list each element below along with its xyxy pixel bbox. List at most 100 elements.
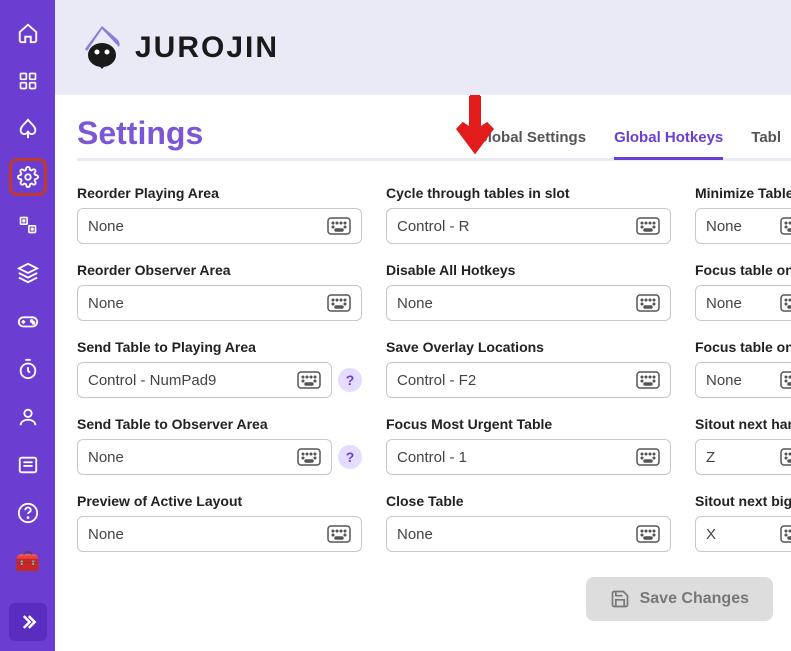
hotkey-field: Send Table to Playing AreaControl - NumP… bbox=[77, 339, 362, 398]
help-button[interactable]: ? bbox=[338, 445, 362, 469]
sidebar-item-chest[interactable]: 🧰 bbox=[9, 542, 47, 580]
sidebar: 🧰 bbox=[0, 0, 55, 651]
tab-table[interactable]: Tabl bbox=[751, 129, 781, 152]
gear-icon bbox=[17, 166, 39, 188]
tab-global-hotkeys[interactable]: Global Hotkeys bbox=[614, 129, 723, 160]
keyboard-icon bbox=[636, 525, 660, 543]
hotkey-value: Control - 1 bbox=[397, 449, 467, 466]
field-row: None bbox=[695, 362, 791, 398]
hotkey-input[interactable]: Control - 1 bbox=[386, 439, 671, 475]
app-header: JUROJIN bbox=[55, 0, 791, 95]
save-bar: Save Changes bbox=[586, 577, 773, 621]
hotkey-columns: Reorder Playing AreaNoneReorder Observer… bbox=[77, 185, 791, 570]
sidebar-expand-button[interactable] bbox=[9, 603, 47, 641]
hotkey-input[interactable]: None bbox=[77, 516, 362, 552]
chest-icon: 🧰 bbox=[15, 549, 40, 574]
hotkey-input[interactable]: Control - NumPad9 bbox=[77, 362, 332, 398]
field-row: None bbox=[695, 208, 791, 244]
content-header: Settings Global Settings Global Hotkeys … bbox=[77, 115, 791, 161]
sidebar-item-profile[interactable] bbox=[9, 398, 47, 436]
field-row: None bbox=[77, 285, 362, 321]
field-label: Close Table bbox=[386, 493, 671, 509]
hotkey-value: None bbox=[88, 218, 124, 235]
hotkey-field: Focus table onNone bbox=[695, 262, 791, 321]
hotkey-input[interactable]: None bbox=[386, 516, 671, 552]
hotkey-value: None bbox=[88, 295, 124, 312]
sidebar-item-settings[interactable] bbox=[9, 158, 47, 196]
hotkey-value: None bbox=[397, 295, 433, 312]
sidebar-item-apps[interactable] bbox=[9, 62, 47, 100]
hotkey-field: Close Table None bbox=[386, 493, 671, 552]
hotkey-input[interactable]: None bbox=[77, 208, 362, 244]
app-name: JUROJIN bbox=[135, 31, 279, 65]
hotkey-input[interactable]: None bbox=[77, 285, 362, 321]
field-label: Reorder Observer Area bbox=[77, 262, 362, 278]
hotkey-field: Save Overlay Locations Control - F2 bbox=[386, 339, 671, 398]
save-changes-button[interactable]: Save Changes bbox=[586, 577, 773, 621]
sidebar-item-news[interactable] bbox=[9, 446, 47, 484]
gamepad-icon bbox=[17, 310, 39, 332]
field-label: Disable All Hotkeys bbox=[386, 262, 671, 278]
hotkey-input[interactable]: None bbox=[695, 285, 791, 321]
hotkey-field: Sitout next han Z bbox=[695, 416, 791, 475]
field-label: Preview of Active Layout bbox=[77, 493, 362, 509]
hotkey-field: Disable All Hotkeys None bbox=[386, 262, 671, 321]
sidebar-item-help[interactable] bbox=[9, 494, 47, 532]
keyboard-icon bbox=[636, 448, 660, 466]
hotkey-value: None bbox=[706, 372, 742, 389]
field-label: Minimize Table bbox=[695, 185, 791, 201]
keyboard-icon bbox=[636, 294, 660, 312]
tabs: Global Settings Global Hotkeys Tabl bbox=[476, 129, 791, 152]
column-2: Cycle through tables in slotControl - R D… bbox=[386, 185, 671, 570]
hotkey-input[interactable]: Control - R bbox=[386, 208, 671, 244]
field-row: Control - F2 bbox=[386, 362, 671, 398]
hotkey-field: Focus table onNone bbox=[695, 339, 791, 398]
keyboard-icon bbox=[297, 448, 321, 466]
hotkey-input[interactable]: None bbox=[77, 439, 332, 475]
sidebar-item-spade[interactable] bbox=[9, 110, 47, 148]
field-row: None? bbox=[77, 439, 362, 475]
keyboard-icon bbox=[327, 217, 351, 235]
field-row: Control - 1 bbox=[386, 439, 671, 475]
hotkey-value: None bbox=[706, 218, 742, 235]
grid-icon bbox=[18, 71, 38, 91]
hotkey-value: Control - F2 bbox=[397, 372, 476, 389]
field-row: X bbox=[695, 516, 791, 552]
wizard-icon bbox=[77, 23, 127, 73]
keyboard-icon bbox=[780, 371, 791, 389]
sidebar-item-layers[interactable] bbox=[9, 254, 47, 292]
hotkey-input[interactable]: None bbox=[695, 208, 791, 244]
field-row: Control - R bbox=[386, 208, 671, 244]
keyboard-icon bbox=[780, 525, 791, 543]
hotkey-input[interactable]: X bbox=[695, 516, 791, 552]
sidebar-item-gamepad[interactable] bbox=[9, 302, 47, 340]
dice-icon bbox=[18, 215, 38, 235]
hotkey-field: Reorder Observer Area None bbox=[77, 262, 362, 321]
field-label: Send Table to Observer Area bbox=[77, 416, 362, 432]
hotkey-value: None bbox=[88, 449, 124, 466]
sidebar-item-casino[interactable] bbox=[9, 206, 47, 244]
hotkey-field: Cycle through tables in slotControl - R bbox=[386, 185, 671, 244]
sidebar-item-timer[interactable] bbox=[9, 350, 47, 388]
hotkey-input[interactable]: None bbox=[695, 362, 791, 398]
field-label: Sitout next han bbox=[695, 416, 791, 432]
help-button[interactable]: ? bbox=[338, 368, 362, 392]
hotkey-input[interactable]: Z bbox=[695, 439, 791, 475]
hotkey-value: None bbox=[706, 295, 742, 312]
hotkey-input[interactable]: Control - F2 bbox=[386, 362, 671, 398]
field-row: None bbox=[695, 285, 791, 321]
chevron-right-icon bbox=[18, 612, 38, 632]
sidebar-item-home[interactable] bbox=[9, 14, 47, 52]
help-icon bbox=[17, 502, 39, 524]
column-3: Minimize TableNoneFocus table onNoneFocu… bbox=[695, 185, 791, 570]
field-label: Sitout next big bbox=[695, 493, 791, 509]
keyboard-icon bbox=[780, 448, 791, 466]
home-icon bbox=[17, 22, 39, 44]
hotkey-value: Control - NumPad9 bbox=[88, 372, 216, 389]
keyboard-icon bbox=[780, 294, 791, 312]
arrow-annotation-icon bbox=[450, 95, 500, 161]
hotkey-input[interactable]: None bbox=[386, 285, 671, 321]
field-label: Save Overlay Locations bbox=[386, 339, 671, 355]
hotkey-field: Minimize Table None bbox=[695, 185, 791, 244]
keyboard-icon bbox=[297, 371, 321, 389]
